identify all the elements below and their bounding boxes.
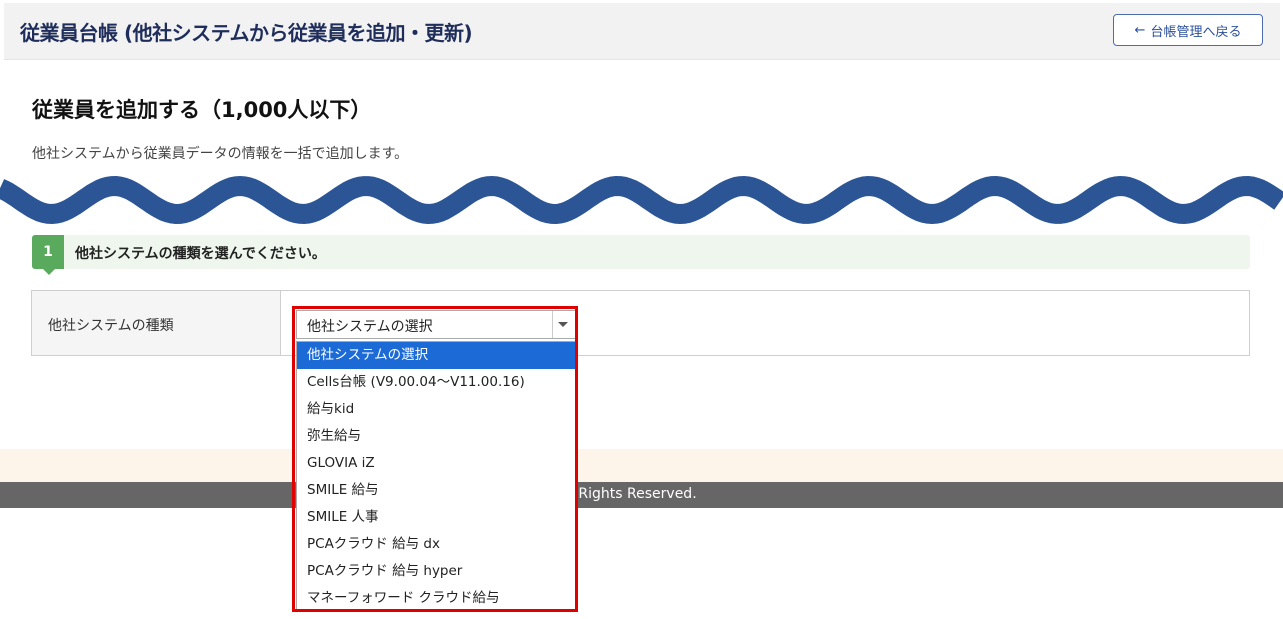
select-current-value: 他社システムの選択 [307, 319, 433, 335]
step-header: 1 他社システムの種類を選んでください。 [32, 235, 1250, 275]
dropdown-option[interactable]: PCAクラウド 給与 hyper [297, 558, 575, 585]
page-title: 従業員台帳 (他社システムから従業員を追加・更新) [20, 21, 473, 45]
dropdown-option[interactable]: 給与kid [297, 396, 575, 423]
arrow-left-icon: ← [1134, 22, 1146, 38]
section-title: 従業員を追加する（1,000人以下） [32, 98, 372, 122]
form-table: 他社システムの種類 [31, 290, 1250, 356]
step-number-badge: 1 [32, 235, 64, 275]
system-type-label: 他社システムの種類 [48, 318, 174, 334]
form-label-cell: 他社システムの種類 [32, 291, 281, 355]
back-to-ledger-button[interactable]: ← 台帳管理へ戻る [1113, 14, 1263, 46]
page-header: 従業員台帳 (他社システムから従業員を追加・更新) ← 台帳管理へ戻る [4, 3, 1280, 60]
step-instruction: 他社システムの種類を選んでください。 [75, 246, 326, 262]
dropdown-option[interactable]: 他社システムの選択 [297, 342, 575, 369]
wave-divider [0, 175, 1283, 225]
back-button-label: 台帳管理へ戻る [1150, 24, 1242, 40]
dropdown-option[interactable]: SMILE 給与 [297, 477, 575, 504]
dropdown-option[interactable]: PCAクラウド 給与 dx [297, 531, 575, 558]
footer-band [0, 449, 1283, 482]
system-type-select[interactable]: 他社システムの選択 [296, 310, 576, 339]
dropdown-option[interactable]: マネーフォワード クラウド給与 [297, 585, 575, 610]
footer: M co.,ltd. All Rights Reserved. [0, 482, 1283, 508]
dropdown-option[interactable]: Cells台帳 (V9.00.04〜V11.00.16) [297, 369, 575, 396]
dropdown-option[interactable]: 弥生給与 [297, 423, 575, 450]
system-type-dropdown-list: 他社システムの選択 Cells台帳 (V9.00.04〜V11.00.16) 給… [296, 341, 576, 611]
section-description: 他社システムから従業員データの情報を一括で追加します。 [32, 146, 409, 162]
select-arrow-button[interactable] [552, 311, 575, 338]
dropdown-option[interactable]: SMILE 人事 [297, 504, 575, 531]
dropdown-option[interactable]: GLOVIA iZ [297, 450, 575, 477]
chevron-down-icon [558, 322, 568, 327]
